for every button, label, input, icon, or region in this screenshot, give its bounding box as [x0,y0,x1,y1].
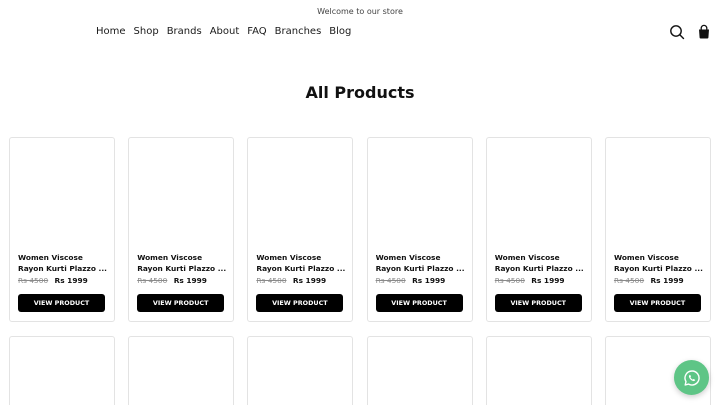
product-title[interactable]: Women Viscose Rayon Kurti Plazzo ... [614,252,706,274]
nav-item-brands[interactable]: Brands [167,26,202,37]
price-sale: Rs 1999 [650,276,684,285]
shopping-bag-icon[interactable] [696,24,712,40]
product-image[interactable] [129,138,233,250]
product-title[interactable]: Women Viscose Rayon Kurti Plazzo ... [376,252,468,274]
whatsapp-chat-button[interactable] [674,360,709,395]
product-title-line2: Rayon Kurti Plazzo ... [18,264,107,273]
nav-item-shop[interactable]: Shop [134,26,159,37]
search-icon[interactable] [669,24,685,40]
product-card[interactable]: Women Viscose Rayon Kurti Plazzo ... Rs … [366,137,473,322]
price-sale: Rs 1999 [531,276,565,285]
price-original: Rs 4500 [613,276,645,285]
product-card[interactable]: Women Viscose Rayon Kurti Plazzo ... Rs … [485,137,592,322]
product-card[interactable]: Women Viscose Rayon Kurti Plazzo ... Rs … [128,137,235,322]
nav-item-home[interactable]: Home [96,26,126,37]
price-original: Rs 4500 [137,276,168,285]
product-title-line1: Women Viscose [375,253,441,262]
product-image[interactable] [487,138,591,250]
announcement-bar: Welcome to our store [317,7,403,16]
product-card[interactable]: Women Viscose Rayon Kurti Plazzo ... Rs … [9,137,115,322]
main-nav: Home Shop Brands About FAQ Branches Blog [96,26,359,37]
product-image[interactable] [368,138,472,250]
view-product-button[interactable]: VIEW PRODUCT [18,294,105,312]
price-row: Rs 4500 Rs 1999 [18,276,88,285]
nav-item-about[interactable]: About [210,26,240,37]
price-row: Rs 4500 Rs 1999 [614,276,684,285]
product-grid: Women Viscose Rayon Kurti Plazzo ... Rs … [9,137,711,405]
view-product-button[interactable]: VIEW PRODUCT [613,294,701,312]
product-title-line1: Women Viscose [613,253,679,262]
product-image[interactable] [248,138,352,250]
product-card[interactable]: Women Viscose Rayon Kurti Plazzo ... Rs … [247,137,354,322]
product-title-line1: Women Viscose [256,253,322,262]
price-row: Rs 4500 Rs 1999 [495,276,565,285]
page-title: All Products [305,83,415,102]
product-title-line2: Rayon Kurti Plazzo ... [613,264,703,273]
product-title-line1: Women Viscose [494,253,560,262]
product-title[interactable]: Women Viscose Rayon Kurti Plazzo ... [18,252,110,274]
price-row: Rs 4500 Rs 1999 [137,276,207,285]
nav-item-blog[interactable]: Blog [329,26,351,37]
view-product-button[interactable]: VIEW PRODUCT [375,294,463,312]
view-product-button[interactable]: VIEW PRODUCT [494,294,582,312]
product-title-line1: Women Viscose [137,253,203,262]
whatsapp-icon [683,369,700,386]
price-sale: Rs 1999 [173,276,207,285]
price-sale: Rs 1999 [292,276,327,285]
product-card[interactable] [485,336,592,405]
price-original: Rs 4500 [375,276,406,285]
product-image[interactable] [10,138,114,250]
product-card[interactable] [247,336,354,405]
nav-item-branches[interactable]: Branches [275,26,322,37]
price-sale: Rs 1999 [412,276,446,285]
product-title-line2: Rayon Kurti Plazzo ... [494,264,584,273]
product-title-line2: Rayon Kurti Plazzo ... [256,264,346,273]
product-title-line2: Rayon Kurti Plazzo ... [375,264,465,273]
price-original: Rs 4500 [494,276,525,285]
price-original: Rs 4500 [256,276,287,285]
view-product-button[interactable]: VIEW PRODUCT [256,294,344,312]
product-card[interactable]: Women Viscose Rayon Kurti Plazzo ... Rs … [604,137,711,322]
product-title-line1: Women Viscose [18,253,83,262]
price-row: Rs 4500 Rs 1999 [376,276,446,285]
product-image[interactable] [606,138,710,250]
product-title[interactable]: Women Viscose Rayon Kurti Plazzo ... [256,252,348,274]
price-sale: Rs 1999 [54,276,88,285]
nav-item-faq[interactable]: FAQ [247,26,266,37]
price-row: Rs 4500 Rs 1999 [256,276,326,285]
view-product-button[interactable]: VIEW PRODUCT [137,294,225,312]
product-card[interactable] [128,336,235,405]
price-original: Rs 4500 [18,276,49,285]
product-card[interactable] [366,336,473,405]
product-card[interactable] [9,336,115,405]
product-title[interactable]: Women Viscose Rayon Kurti Plazzo ... [137,252,229,274]
product-title[interactable]: Women Viscose Rayon Kurti Plazzo ... [495,252,587,274]
product-title-line2: Rayon Kurti Plazzo ... [137,264,227,273]
